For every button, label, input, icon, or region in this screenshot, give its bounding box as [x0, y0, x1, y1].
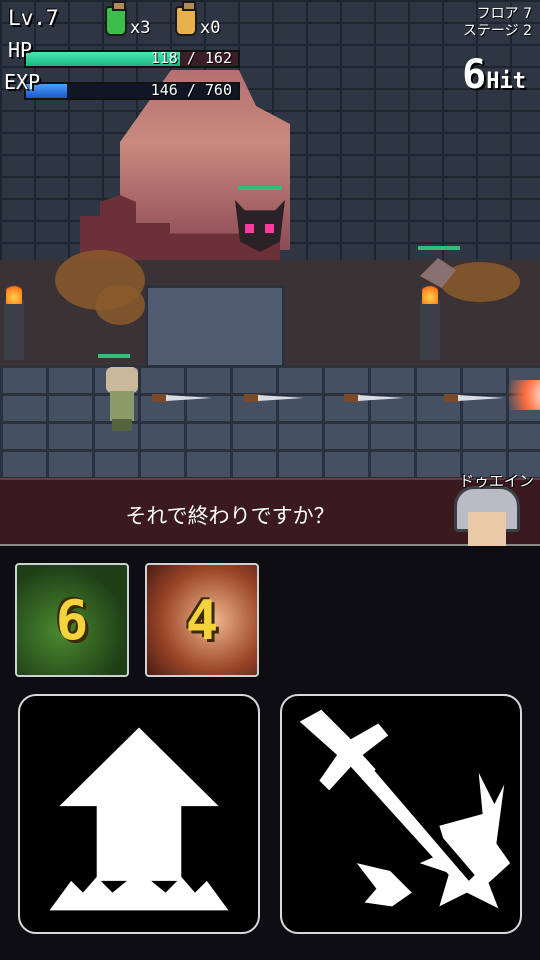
attack-button[interactable]	[280, 694, 522, 934]
thrown-knife	[244, 392, 304, 404]
impact-spark	[490, 380, 540, 410]
up-arrow-icon	[49, 727, 229, 911]
skill-charge: 4	[185, 589, 219, 652]
jump-button[interactable]	[18, 694, 260, 934]
control-panel: 6 4	[0, 548, 540, 960]
stage-label: ステージ 2	[462, 23, 532, 39]
enemy-hp-bar	[418, 246, 460, 250]
enemy-eye	[265, 224, 274, 233]
stone-floor	[0, 365, 540, 478]
dialog-text: それで終わりですか？	[125, 504, 335, 528]
skill-slot-green[interactable]: 6	[15, 563, 129, 677]
thrown-knife	[344, 392, 404, 404]
combo-unit: Hit	[486, 69, 526, 94]
yellow-potion-count: x0	[200, 18, 221, 38]
combo-count: 6	[462, 52, 487, 98]
combo-counter: 6Hit	[462, 52, 526, 98]
exp-value: 146 / 760	[150, 81, 232, 99]
stone-pillar	[145, 285, 285, 375]
hero-character	[100, 367, 144, 431]
exp-label: EXP	[4, 70, 41, 94]
hp-label: HP	[8, 38, 33, 62]
green-potion-count: x3	[130, 18, 151, 38]
yellow-potion-icon[interactable]	[175, 1, 197, 36]
enemy-eye	[245, 224, 254, 233]
green-potion-icon[interactable]	[105, 1, 127, 36]
skill-charge: 6	[55, 589, 89, 652]
game-scene	[0, 0, 540, 478]
thrown-knife	[152, 392, 212, 404]
hero-hp-bar	[98, 354, 130, 358]
skill-slot-fire[interactable]: 4	[145, 563, 259, 677]
hp-bar: 118 / 162	[24, 49, 240, 68]
speaker-name: ドゥエイン	[458, 472, 534, 490]
shrub	[95, 285, 145, 325]
exp-bar: 146 / 760	[24, 81, 240, 100]
speaker-portrait	[448, 486, 526, 546]
player-level: Lv.7	[8, 6, 59, 30]
enemy-hp-bar	[238, 186, 282, 190]
floor-stage-info: フロア 7 ステージ 2	[463, 6, 532, 40]
face	[468, 512, 506, 546]
torch-right	[420, 282, 440, 360]
torch-left	[4, 282, 24, 360]
sword-strike-icon	[299, 709, 511, 909]
floor-label: フロア 7	[476, 6, 532, 22]
hp-value: 118 / 162	[150, 49, 232, 67]
